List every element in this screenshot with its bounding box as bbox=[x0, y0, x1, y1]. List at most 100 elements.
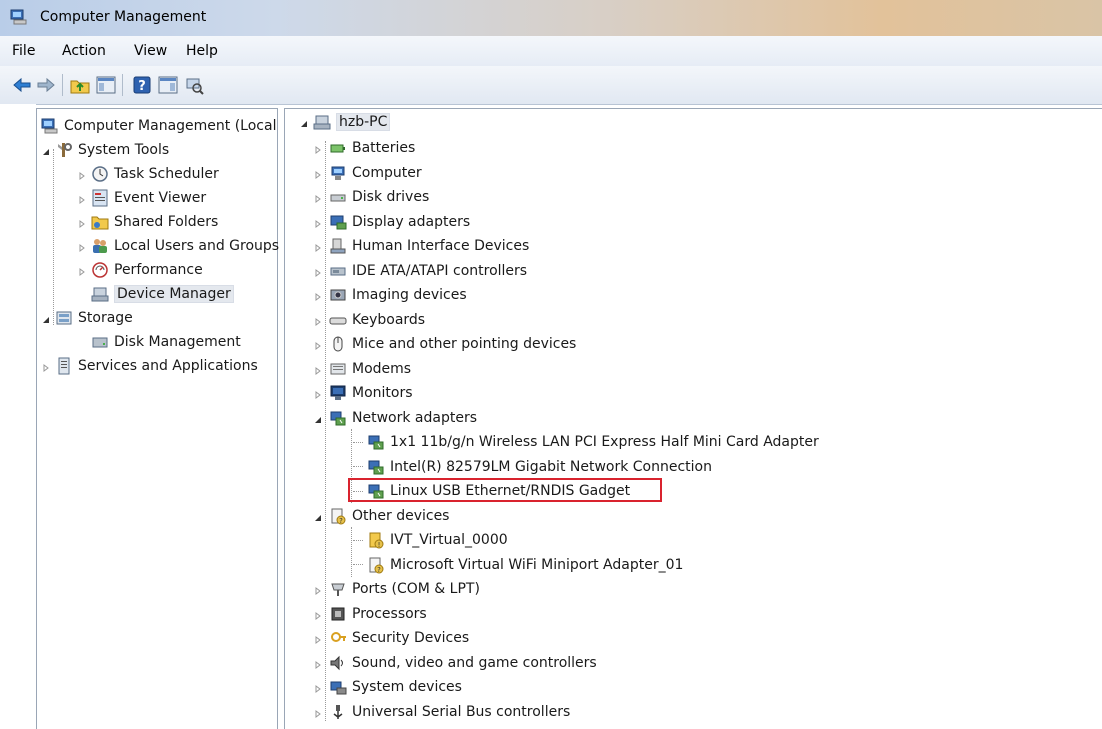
device-tree-item[interactable]: Keyboards bbox=[315, 309, 426, 331]
device-tree-item[interactable]: ! IVT_Virtual_0000 bbox=[353, 529, 508, 551]
collapsed-arrow-icon[interactable] bbox=[313, 192, 323, 203]
device-tree-item[interactable]: Security Devices bbox=[315, 627, 469, 649]
menu-help[interactable]: Help bbox=[186, 43, 218, 59]
device-tree-item[interactable]: Universal Serial Bus controllers bbox=[315, 701, 571, 723]
device-tree-item[interactable]: Computer bbox=[315, 162, 422, 184]
collapsed-arrow-icon[interactable] bbox=[313, 609, 323, 620]
services-icon bbox=[55, 357, 73, 375]
device-manager-pane[interactable]: hzb-PC Batteries Computer Disk drives Displ… bbox=[284, 108, 1102, 729]
monitor-icon bbox=[329, 384, 347, 402]
expanded-arrow-icon[interactable] bbox=[41, 145, 51, 155]
menu-action[interactable]: Action bbox=[62, 43, 106, 59]
network-adapter-icon bbox=[329, 409, 347, 427]
device-tree-item-label: Keyboards bbox=[352, 311, 426, 328]
device-tree-item-label: Imaging devices bbox=[352, 287, 467, 303]
device-tree-item-label: Intel(R) 82579LM Gigabit Network Connect… bbox=[390, 458, 712, 475]
toolbar-separator bbox=[122, 74, 123, 96]
tree-item-event-viewer[interactable]: Event Viewer bbox=[77, 187, 206, 209]
tree-item-task-scheduler[interactable]: Task Scheduler bbox=[77, 163, 219, 185]
imaging-device-icon bbox=[329, 286, 347, 304]
device-tree-item-label: IDE ATA/ATAPI controllers bbox=[352, 262, 528, 279]
collapsed-arrow-icon[interactable] bbox=[41, 361, 51, 372]
collapsed-arrow-icon[interactable] bbox=[313, 633, 323, 644]
device-tree-item[interactable]: Batteries bbox=[315, 137, 415, 159]
tree-guide-line bbox=[53, 149, 54, 325]
tree-item-performance[interactable]: Performance bbox=[77, 259, 203, 281]
device-tree-item[interactable]: Imaging devices bbox=[315, 284, 467, 306]
collapsed-arrow-icon[interactable] bbox=[77, 193, 87, 204]
collapsed-arrow-icon[interactable] bbox=[313, 584, 323, 595]
menu-view[interactable]: View bbox=[134, 43, 167, 59]
expanded-arrow-icon[interactable] bbox=[313, 511, 323, 521]
tree-item-shared-folders[interactable]: Shared Folders bbox=[77, 211, 218, 233]
expanded-arrow-icon[interactable] bbox=[299, 117, 309, 127]
collapsed-arrow-icon[interactable] bbox=[77, 217, 87, 228]
collapsed-arrow-icon[interactable] bbox=[313, 364, 323, 375]
device-tree-item[interactable]: Processors bbox=[315, 603, 427, 625]
device-tree-item-label: Universal Serial Bus controllers bbox=[352, 703, 571, 720]
tree-connector bbox=[353, 539, 363, 541]
collapsed-arrow-icon[interactable] bbox=[313, 241, 323, 252]
device-tree-item[interactable]: Modems bbox=[315, 358, 412, 380]
device-tree-item[interactable]: Intel(R) 82579LM Gigabit Network Connect… bbox=[353, 456, 712, 478]
device-tree-item[interactable]: Network adapters bbox=[315, 407, 477, 429]
forward-icon[interactable] bbox=[36, 75, 56, 95]
tree-item-computer-management[interactable]: Computer Management (Local bbox=[41, 115, 276, 137]
disk-drive-icon bbox=[329, 188, 347, 206]
collapsed-arrow-icon[interactable] bbox=[313, 707, 323, 718]
device-tree-item[interactable]: Sound, video and game controllers bbox=[315, 652, 597, 674]
collapsed-arrow-icon[interactable] bbox=[313, 217, 323, 228]
menu-file[interactable]: File bbox=[12, 43, 35, 59]
device-tree-item[interactable]: 1x1 11b/g/n Wireless LAN PCI Express Hal… bbox=[353, 431, 819, 453]
device-tree-item[interactable]: Mice and other pointing devices bbox=[315, 333, 577, 355]
collapsed-arrow-icon[interactable] bbox=[313, 315, 323, 326]
up-folder-icon[interactable] bbox=[70, 75, 90, 95]
collapsed-arrow-icon[interactable] bbox=[77, 241, 87, 252]
collapsed-arrow-icon[interactable] bbox=[313, 168, 323, 179]
device-tree-item-label: Other devices bbox=[352, 507, 450, 524]
display-adapter-icon bbox=[329, 213, 347, 231]
collapsed-arrow-icon[interactable] bbox=[77, 169, 87, 180]
expanded-arrow-icon[interactable] bbox=[313, 413, 323, 423]
tree-item-system-tools[interactable]: System Tools bbox=[41, 139, 169, 161]
device-tree-item-label: Modems bbox=[352, 360, 412, 377]
collapsed-arrow-icon[interactable] bbox=[313, 143, 323, 154]
device-tree-item[interactable]: Display adapters bbox=[315, 211, 470, 233]
network-adapter-icon bbox=[367, 458, 385, 476]
scan-hardware-icon[interactable] bbox=[184, 75, 204, 95]
tree-item-local-users-and-groups[interactable]: Local Users and Groups bbox=[77, 235, 279, 257]
show-hide-console-tree-icon[interactable] bbox=[96, 75, 116, 95]
collapsed-arrow-icon[interactable] bbox=[313, 290, 323, 301]
help-icon[interactable]: ? bbox=[132, 75, 152, 95]
tree-item-disk-management[interactable]: Disk Management bbox=[77, 331, 241, 353]
device-tree-item[interactable]: Human Interface Devices bbox=[315, 235, 529, 257]
collapsed-arrow-icon[interactable] bbox=[313, 266, 323, 277]
device-tree-item[interactable]: IDE ATA/ATAPI controllers bbox=[315, 260, 528, 282]
show-hide-action-pane-icon[interactable] bbox=[158, 75, 178, 95]
tree-item-label: Local Users and Groups bbox=[114, 238, 280, 254]
device-tree-item[interactable]: Ports (COM & LPT) bbox=[315, 578, 480, 600]
ide-controller-icon bbox=[329, 262, 347, 280]
collapsed-arrow-icon[interactable] bbox=[313, 658, 323, 669]
tree-item-storage[interactable]: Storage bbox=[41, 307, 133, 329]
collapsed-arrow-icon[interactable] bbox=[313, 388, 323, 399]
collapsed-arrow-icon[interactable] bbox=[77, 265, 87, 276]
device-tree-item[interactable]: Disk drives bbox=[315, 186, 429, 208]
tree-root-hzb-pc[interactable]: hzb-PC bbox=[299, 111, 391, 133]
tree-item-label: System Tools bbox=[78, 142, 170, 158]
device-tree-item[interactable]: ? Microsoft Virtual WiFi Miniport Adapter… bbox=[353, 554, 683, 576]
expanded-arrow-icon[interactable] bbox=[41, 313, 51, 323]
device-tree-item-label: Mice and other pointing devices bbox=[352, 336, 577, 352]
collapsed-arrow-icon[interactable] bbox=[313, 339, 323, 350]
collapsed-arrow-icon[interactable] bbox=[313, 682, 323, 693]
toolbar-separator bbox=[62, 74, 63, 96]
tree-item-device-manager[interactable]: Device Manager bbox=[77, 283, 234, 305]
device-tree-item[interactable]: ? Other devices bbox=[315, 505, 450, 527]
console-tree-pane[interactable]: Computer Management (Local System Tools … bbox=[36, 108, 279, 729]
svg-text:?: ? bbox=[377, 566, 381, 574]
back-icon[interactable] bbox=[12, 75, 32, 95]
device-tree-item[interactable]: Monitors bbox=[315, 382, 413, 404]
port-icon bbox=[329, 580, 347, 598]
tree-item-services-and-applications[interactable]: Services and Applications bbox=[41, 355, 258, 377]
device-tree-item[interactable]: System devices bbox=[315, 676, 462, 698]
